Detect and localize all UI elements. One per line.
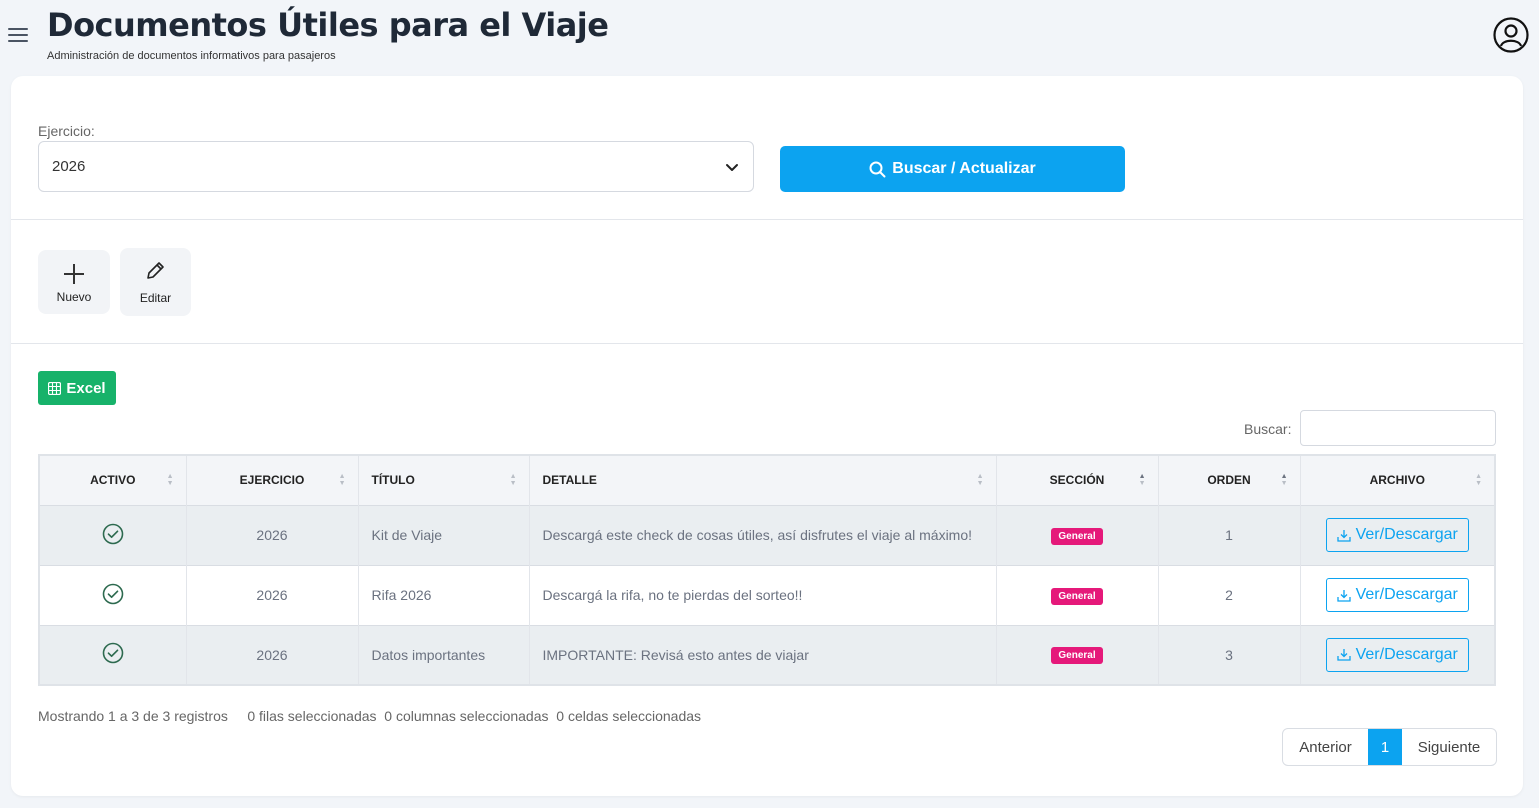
column-header-label: SECCIÓN (1049, 473, 1105, 488)
cell-ejercicio: 2026 (186, 564, 359, 625)
excel-export-label: Excel (66, 379, 106, 397)
divider (11, 343, 1523, 344)
pagination: Anterior 1 Siguiente (1282, 728, 1497, 766)
column-header-activo[interactable]: ACTIVO ▲ ▼ (39, 455, 187, 505)
pagination-next-button[interactable]: Siguiente (1402, 729, 1496, 765)
table-search-label: Buscar: (1244, 421, 1292, 437)
column-header-label: EJERCICIO (239, 473, 305, 488)
table-row[interactable]: 2026 Kit de Viaje Descargá este check de… (39, 504, 1495, 565)
check-circle-icon (102, 642, 124, 664)
sort-icon: ▲ ▼ (1475, 473, 1482, 487)
pagination-previous-button[interactable]: Anterior (1283, 729, 1368, 765)
pencil-icon (147, 262, 164, 279)
download-icon (1336, 529, 1351, 542)
new-button-label: Nuevo (56, 290, 92, 304)
spreadsheet-icon (48, 381, 62, 395)
cell-orden: 3 (1158, 624, 1301, 685)
column-header-label: ORDEN (1207, 473, 1251, 488)
column-header-seccion[interactable]: SECCIÓN ▲ ▼ (996, 455, 1159, 505)
column-header-ejercicio[interactable]: EJERCICIO ▲ ▼ (186, 455, 359, 505)
column-header-orden[interactable]: ORDEN ▲ ▼ (1158, 455, 1301, 505)
cell-ejercicio: 2026 (186, 504, 359, 565)
view-download-button[interactable]: Ver/Descargar (1325, 578, 1469, 612)
column-header-label: ACTIVO (90, 473, 136, 488)
table-header-row: ACTIVO ▲ ▼ EJERCICIO ▲ ▼ TÍTULO ▲ ▼ DETALLE ▲ ▼ … (39, 455, 1495, 505)
sort-icon: ▲ ▼ (338, 473, 346, 487)
download-icon (1336, 649, 1351, 661)
divider (11, 219, 1523, 220)
page-title: Documentos Útiles para el Viaje (47, 6, 609, 44)
cell-orden: 2 (1158, 564, 1301, 625)
section-badge: General (1051, 527, 1103, 545)
edit-button[interactable]: Editar (120, 248, 191, 316)
view-download-label: Ver/Descargar (1355, 586, 1458, 603)
view-download-label: Ver/Descargar (1355, 526, 1458, 543)
table-info-text: Mostrando 1 a 3 de 3 registros 0 filas s… (38, 708, 702, 724)
chevron-down-icon (726, 164, 738, 171)
documents-table: ACTIVO ▲ ▼ EJERCICIO ▲ ▼ TÍTULO ▲ ▼ DETALLE ▲ ▼ … (38, 454, 1496, 686)
column-header-titulo[interactable]: TÍTULO ▲ ▼ (358, 455, 530, 505)
hamburger-menu-icon[interactable] (8, 28, 28, 42)
section-badge: General (1051, 587, 1103, 605)
column-header-label: ARCHIVO (1369, 473, 1425, 488)
cell-seccion: General (996, 564, 1159, 625)
cell-detalle: Descargá este check de cosas útiles, así… (529, 504, 997, 565)
cell-orden: 1 (1158, 504, 1301, 565)
sort-asc-icon: ▲ ▼ (1280, 473, 1288, 487)
user-account-icon[interactable] (1493, 17, 1529, 53)
view-download-button[interactable]: Ver/Descargar (1325, 637, 1469, 672)
cell-detalle: Descargá la rifa, no te pierdas del sort… (529, 564, 997, 625)
year-select-value: 2026 (52, 158, 86, 175)
cell-archivo: Ver/Descargar (1300, 624, 1495, 685)
sort-icon: ▲ ▼ (166, 473, 174, 487)
pagination-page-1[interactable]: 1 (1368, 729, 1402, 765)
page-subtitle: Administración de documentos informativo… (47, 50, 336, 62)
cell-activo (39, 564, 187, 625)
new-button[interactable]: Nuevo (38, 250, 110, 314)
table-row[interactable]: 2026 Rifa 2026 Descargá la rifa, no te p… (39, 564, 1495, 625)
view-download-button[interactable]: Ver/Descargar (1325, 518, 1469, 552)
column-header-archivo[interactable]: ARCHIVO ▲ ▼ (1300, 455, 1495, 505)
year-select[interactable]: 2026 (38, 141, 754, 192)
excel-export-button[interactable]: Excel (38, 371, 116, 405)
cell-detalle: IMPORTANTE: Revisá esto antes de viajar (529, 624, 997, 685)
table-search-input[interactable] (1300, 410, 1496, 446)
cell-titulo: Kit de Viaje (358, 504, 530, 565)
edit-button-label: Editar (139, 291, 172, 305)
view-download-label: Ver/Descargar (1355, 645, 1458, 663)
table-row[interactable]: 2026 Datos importantes IMPORTANTE: Revis… (39, 624, 1495, 685)
cell-ejercicio: 2026 (186, 624, 359, 685)
top-bar: Documentos Útiles para el Viaje Administ… (0, 0, 1539, 72)
cell-seccion: General (996, 504, 1159, 565)
search-refresh-button[interactable]: Buscar / Actualizar (780, 146, 1125, 192)
search-refresh-label: Buscar / Actualizar (892, 160, 1036, 177)
main-card: Ejercicio: 2026 Buscar / Actualizar Nuev… (11, 76, 1523, 796)
cell-archivo: Ver/Descargar (1300, 504, 1495, 565)
sort-asc-icon: ▲ ▼ (1138, 473, 1146, 487)
cell-activo (39, 504, 187, 565)
cell-activo (39, 624, 187, 685)
sort-icon: ▲ ▼ (976, 473, 984, 487)
cell-archivo: Ver/Descargar (1300, 564, 1495, 625)
cell-seccion: General (996, 624, 1159, 685)
cell-titulo: Datos importantes (358, 624, 530, 685)
plus-icon (64, 264, 84, 284)
sort-icon: ▲ ▼ (509, 473, 517, 487)
check-circle-icon (102, 523, 124, 544)
column-header-label: DETALLE (542, 473, 597, 488)
year-filter-label: Ejercicio: (38, 123, 95, 139)
column-header-detalle[interactable]: DETALLE ▲ ▼ (529, 455, 997, 505)
section-badge: General (1051, 647, 1103, 665)
cell-titulo: Rifa 2026 (358, 564, 530, 625)
column-header-label: TÍTULO (371, 473, 415, 488)
download-icon (1336, 589, 1351, 602)
check-circle-icon (102, 583, 124, 604)
search-icon (869, 161, 886, 177)
